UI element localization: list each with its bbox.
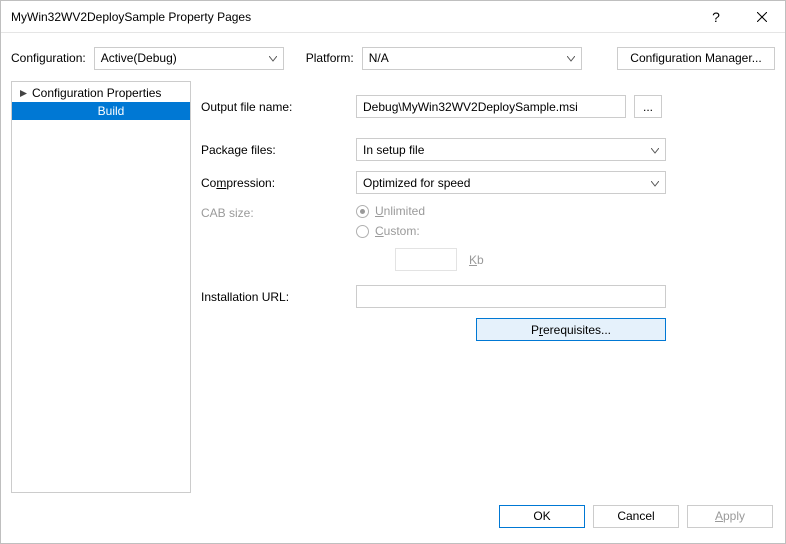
row-prerequisites: Prerequisites...	[201, 318, 769, 341]
radio-custom[interactable]: Custom:	[356, 224, 484, 238]
chevron-down-icon	[651, 143, 659, 157]
row-cab-size: CAB size: Unlimited Custom: Kb	[201, 204, 769, 271]
compression-label: Compression:	[201, 176, 356, 190]
dialog-footer: OK Cancel Apply	[1, 499, 785, 543]
configuration-label: Configuration:	[11, 51, 86, 65]
help-button[interactable]: ?	[693, 1, 739, 33]
browse-button[interactable]: ...	[634, 95, 662, 118]
tree-item-build[interactable]: Build	[12, 102, 190, 120]
output-file-input[interactable]: Debug\MyWin32WV2DeploySample.msi	[356, 95, 626, 118]
configuration-value: Active(Debug)	[101, 51, 177, 65]
chevron-down-icon	[567, 51, 575, 65]
radio-unlimited[interactable]: Unlimited	[356, 204, 484, 218]
row-output-file: Output file name: Debug\MyWin32WV2Deploy…	[201, 95, 769, 118]
compression-combo[interactable]: Optimized for speed	[356, 171, 666, 194]
window-title: MyWin32WV2DeploySample Property Pages	[11, 10, 693, 24]
installation-url-label: Installation URL:	[201, 290, 356, 304]
platform-combo[interactable]: N/A	[362, 47, 582, 70]
row-package-files: Package files: In setup file	[201, 138, 769, 161]
tree-root-label: Configuration Properties	[32, 86, 161, 100]
chevron-down-icon	[651, 176, 659, 190]
radio-icon	[356, 205, 369, 218]
dialog-body: Configuration Properties Build Output fi…	[1, 81, 785, 499]
package-files-label: Package files:	[201, 143, 356, 157]
configuration-manager-button[interactable]: Configuration Manager...	[617, 47, 775, 70]
cab-size-radio-group: Unlimited Custom: Kb	[356, 204, 484, 271]
platform-label: Platform:	[306, 51, 354, 65]
apply-label: Apply	[715, 509, 745, 523]
cab-kb-input[interactable]	[395, 248, 457, 271]
close-icon	[757, 12, 767, 22]
config-row: Configuration: Active(Debug) Platform: N…	[11, 43, 775, 73]
row-compression: Compression: Optimized for speed	[201, 171, 769, 194]
cab-size-label: CAB size:	[201, 204, 356, 220]
platform-value: N/A	[369, 51, 389, 65]
titlebar: MyWin32WV2DeploySample Property Pages ?	[1, 1, 785, 33]
property-pages-window: MyWin32WV2DeploySample Property Pages ? …	[0, 0, 786, 544]
tree-root-configuration-properties[interactable]: Configuration Properties	[12, 84, 190, 102]
build-form: Output file name: Debug\MyWin32WV2Deploy…	[201, 81, 775, 499]
radio-unlimited-label: Unlimited	[375, 204, 425, 218]
prerequisites-button[interactable]: Prerequisites...	[476, 318, 666, 341]
close-button[interactable]	[739, 1, 785, 33]
radio-icon	[356, 225, 369, 238]
prerequisites-label: Prerequisites...	[531, 323, 611, 337]
configuration-combo[interactable]: Active(Debug)	[94, 47, 284, 70]
output-file-label: Output file name:	[201, 100, 356, 114]
cab-kb-label: Kb	[469, 253, 484, 267]
installation-url-input[interactable]	[356, 285, 666, 308]
ok-button[interactable]: OK	[499, 505, 585, 528]
expander-icon[interactable]	[18, 88, 28, 98]
tree-item-label: Build	[98, 104, 125, 118]
radio-custom-label: Custom:	[375, 224, 420, 238]
package-files-combo[interactable]: In setup file	[356, 138, 666, 161]
row-installation-url: Installation URL:	[201, 285, 769, 308]
cancel-button[interactable]: Cancel	[593, 505, 679, 528]
cab-kb-row: Kb	[356, 248, 484, 271]
chevron-down-icon	[269, 51, 277, 65]
apply-button[interactable]: Apply	[687, 505, 773, 528]
properties-tree[interactable]: Configuration Properties Build	[11, 81, 191, 493]
